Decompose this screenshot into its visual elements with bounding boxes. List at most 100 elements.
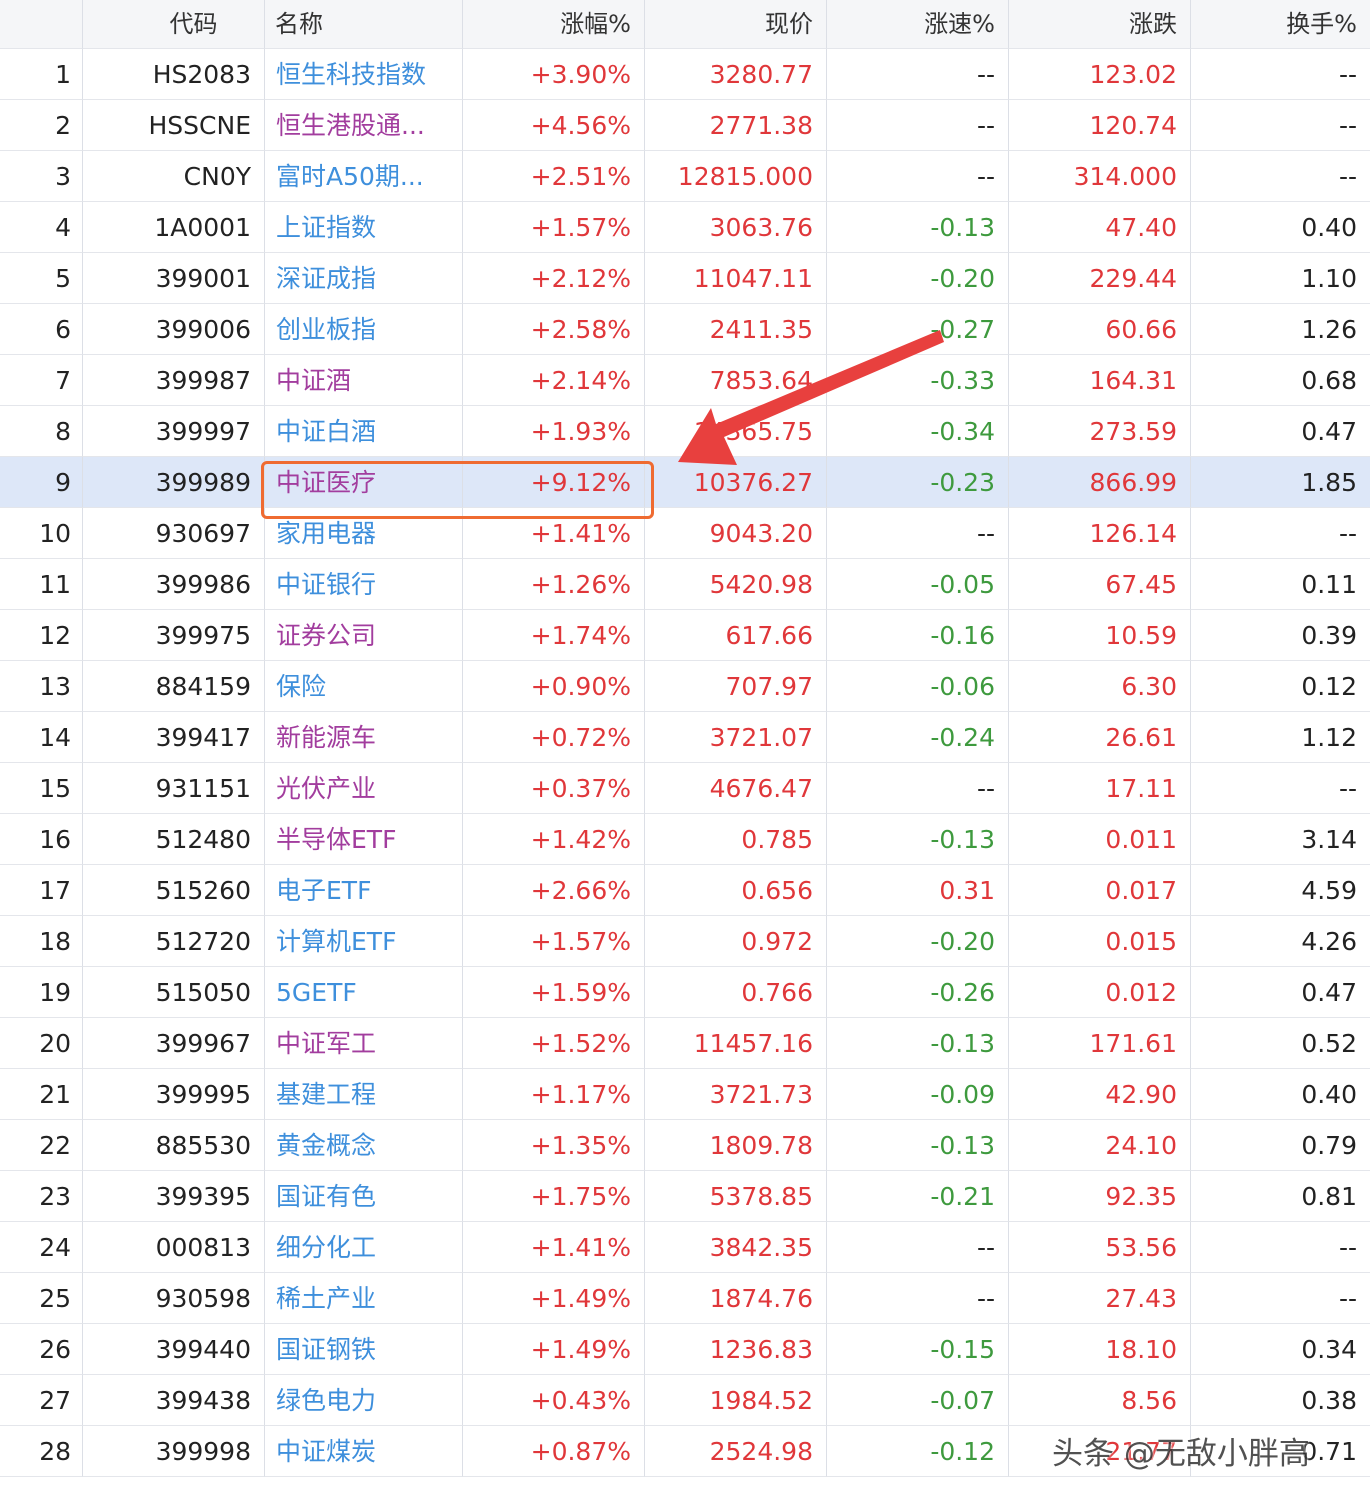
row-name[interactable]: 半导体ETF (265, 814, 463, 865)
watermark: 头条 @无敌小胖高 (1052, 1436, 1310, 1472)
row-price: 0.785 (645, 814, 827, 865)
row-speed: -0.13 (827, 814, 1009, 865)
row-turnover: 0.81 (1191, 1171, 1370, 1222)
row-name[interactable]: 国证钢铁 (265, 1324, 463, 1375)
row-change: 314.000 (1009, 151, 1191, 202)
row-name[interactable]: 国证有色 (265, 1171, 463, 1222)
row-name[interactable]: 绿色电力 (265, 1375, 463, 1426)
row-code: 884159 (83, 661, 265, 712)
row-change: 0.012 (1009, 967, 1191, 1018)
row-turnover: 0.40 (1191, 202, 1370, 253)
row-change: 60.66 (1009, 304, 1191, 355)
row-name[interactable]: 中证酒 (265, 355, 463, 406)
table-row[interactable]: 1 HS2083 恒生科技指数 +3.90% 3280.77 -- 123.02 -- (0, 49, 1370, 100)
table-row[interactable]: 5 399001 深证成指 +2.12% 11047.11 -0.20 229.44 1.10 (0, 253, 1370, 304)
table-row[interactable]: 14 399417 新能源车 +0.72% 3721.07 -0.24 26.61 1.12 (0, 712, 1370, 763)
table-row[interactable]: 3 CN0Y 富时A50期... +2.51% 12815.000 -- 314.000 -- (0, 151, 1370, 202)
table-row[interactable]: 2 HSSCNE 恒生港股通... +4.56% 2771.38 -- 120.74 -- (0, 100, 1370, 151)
row-price: 7853.64 (645, 355, 827, 406)
row-name[interactable]: 中证白酒 (265, 406, 463, 457)
row-price: 2771.38 (645, 100, 827, 151)
row-pct-change: +1.49% (463, 1273, 645, 1324)
row-name[interactable]: 家用电器 (265, 508, 463, 559)
row-pct-change: +1.57% (463, 916, 645, 967)
row-code: 399987 (83, 355, 265, 406)
header-name[interactable]: 名称 (265, 0, 463, 49)
table-row[interactable]: 10 930697 家用电器 +1.41% 9043.20 -- 126.14 -- (0, 508, 1370, 559)
row-name[interactable]: 计算机ETF (265, 916, 463, 967)
table-row[interactable]: 23 399395 国证有色 +1.75% 5378.85 -0.21 92.35 0.81 (0, 1171, 1370, 1222)
row-name[interactable]: 电子ETF (265, 865, 463, 916)
row-code: 930697 (83, 508, 265, 559)
table-row[interactable]: 15 931151 光伏产业 +0.37% 4676.47 -- 17.11 -- (0, 763, 1370, 814)
row-name[interactable]: 新能源车 (265, 712, 463, 763)
row-pct-change: +1.42% (463, 814, 645, 865)
row-change: 18.10 (1009, 1324, 1191, 1375)
table-row[interactable]: 27 399438 绿色电力 +0.43% 1984.52 -0.07 8.56 0.38 (0, 1375, 1370, 1426)
row-name[interactable]: 证券公司 (265, 610, 463, 661)
row-name[interactable]: 黄金概念 (265, 1120, 463, 1171)
row-index: 27 (0, 1375, 83, 1426)
table-row[interactable]: 12 399975 证券公司 +1.74% 617.66 -0.16 10.59 0.39 (0, 610, 1370, 661)
row-price: 1874.76 (645, 1273, 827, 1324)
table-row[interactable]: 20 399967 中证军工 +1.52% 11457.16 -0.13 171.61 0.5… (0, 1018, 1370, 1069)
header-turnover[interactable]: 换手% (1191, 0, 1370, 49)
row-code: 399998 (83, 1426, 265, 1477)
row-pct-change: +1.41% (463, 1222, 645, 1273)
row-change: 26.61 (1009, 712, 1191, 763)
table-row[interactable]: 6 399006 创业板指 +2.58% 2411.35 -0.27 60.66 1.26 (0, 304, 1370, 355)
row-name[interactable]: 深证成指 (265, 253, 463, 304)
row-name[interactable]: 保险 (265, 661, 463, 712)
row-name[interactable]: 中证医疗 (265, 457, 463, 508)
row-index: 13 (0, 661, 83, 712)
header-change[interactable]: 涨跌 (1009, 0, 1191, 49)
row-speed: -0.06 (827, 661, 1009, 712)
row-name[interactable]: 细分化工 (265, 1222, 463, 1273)
row-name[interactable]: 恒生科技指数 (265, 49, 463, 100)
row-price: 5420.98 (645, 559, 827, 610)
header-index[interactable] (0, 0, 83, 49)
row-turnover: 0.47 (1191, 967, 1370, 1018)
row-name[interactable]: 富时A50期... (265, 151, 463, 202)
row-name[interactable]: 创业板指 (265, 304, 463, 355)
row-index: 4 (0, 202, 83, 253)
table-row[interactable]: 17 515260 电子ETF +2.66% 0.656 0.31 0.017 4.59 (0, 865, 1370, 916)
row-name[interactable]: 中证银行 (265, 559, 463, 610)
table-row[interactable]: 11 399986 中证银行 +1.26% 5420.98 -0.05 67.45 0.11 (0, 559, 1370, 610)
row-name[interactable]: 上证指数 (265, 202, 463, 253)
table-row[interactable]: 25 930598 稀土产业 +1.49% 1874.76 -- 27.43 -- (0, 1273, 1370, 1324)
table-row[interactable]: 16 512480 半导体ETF +1.42% 0.785 -0.13 0.011 3.14 (0, 814, 1370, 865)
table-row[interactable]: 13 884159 保险 +0.90% 707.97 -0.06 6.30 0.12 (0, 661, 1370, 712)
header-price[interactable]: 现价 (645, 0, 827, 49)
row-code: 399438 (83, 1375, 265, 1426)
row-price: 14365.75 (645, 406, 827, 457)
table-row[interactable]: 9 399989 中证医疗 +9.12% 10376.27 -0.23 866.99 1.85 (0, 457, 1370, 508)
table-row[interactable]: 4 1A0001 上证指数 +1.57% 3063.76 -0.13 47.40 0.40 (0, 202, 1370, 253)
row-speed: -- (827, 151, 1009, 202)
row-name[interactable]: 稀土产业 (265, 1273, 463, 1324)
header-speed[interactable]: 涨速% (827, 0, 1009, 49)
row-index: 3 (0, 151, 83, 202)
row-code: 000813 (83, 1222, 265, 1273)
table-row[interactable]: 24 000813 细分化工 +1.41% 3842.35 -- 53.56 -- (0, 1222, 1370, 1273)
table-row[interactable]: 19 515050 5GETF +1.59% 0.766 -0.26 0.012 0.47 (0, 967, 1370, 1018)
row-name[interactable]: 中证军工 (265, 1018, 463, 1069)
table-row[interactable]: 22 885530 黄金概念 +1.35% 1809.78 -0.13 24.10 0.79 (0, 1120, 1370, 1171)
row-index: 28 (0, 1426, 83, 1477)
row-name[interactable]: 恒生港股通... (265, 100, 463, 151)
row-name[interactable]: 基建工程 (265, 1069, 463, 1120)
table-row[interactable]: 18 512720 计算机ETF +1.57% 0.972 -0.20 0.015 4.26 (0, 916, 1370, 967)
table-row[interactable]: 7 399987 中证酒 +2.14% 7853.64 -0.33 164.31 0.68 (0, 355, 1370, 406)
header-pct-change[interactable]: 涨幅% (463, 0, 645, 49)
table-row[interactable]: 26 399440 国证钢铁 +1.49% 1236.83 -0.15 18.10 0.34 (0, 1324, 1370, 1375)
header-code[interactable]: 代码 (83, 0, 265, 49)
row-index: 7 (0, 355, 83, 406)
row-speed: -0.13 (827, 1018, 1009, 1069)
table-row[interactable]: 21 399995 基建工程 +1.17% 3721.73 -0.09 42.90 0.40 (0, 1069, 1370, 1120)
row-name[interactable]: 中证煤炭 (265, 1426, 463, 1477)
row-speed: -0.20 (827, 253, 1009, 304)
row-name[interactable]: 光伏产业 (265, 763, 463, 814)
row-name[interactable]: 5GETF (265, 967, 463, 1018)
row-speed: -0.05 (827, 559, 1009, 610)
table-row[interactable]: 8 399997 中证白酒 +1.93% 14365.75 -0.34 273.59 0.47 (0, 406, 1370, 457)
